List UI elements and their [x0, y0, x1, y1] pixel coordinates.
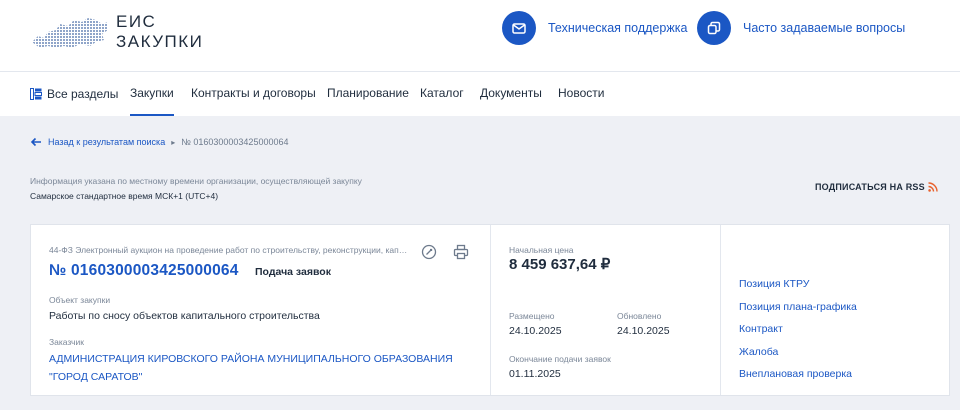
print-icon[interactable] [452, 243, 470, 261]
arrow-left-icon [30, 137, 41, 147]
breadcrumb: Назад к результатам поиска ▸ № 016030000… [30, 137, 288, 147]
nav-catalog[interactable]: Каталог [420, 72, 464, 116]
price-value: 8 459 637,64 ₽ [509, 256, 611, 273]
timezone-value: Самарское стандартное время МСК+1 (UTC+4… [30, 191, 219, 201]
posted-value: 24.10.2025 [509, 325, 562, 337]
contract-link[interactable]: Контракт [739, 323, 783, 335]
site-header: ЕИС ЗАКУПКИ Техническая поддержка Часто … [0, 0, 960, 72]
stage-badge: Подача заявок [255, 266, 331, 278]
updated-label: Обновлено [617, 311, 662, 321]
breadcrumb-current: № 0160300003425000064 [181, 137, 289, 147]
customer-link[interactable]: АДМИНИСТРАЦИЯ КИРОВСКОГО РАЙОНА МУНИЦИПА… [49, 350, 469, 386]
faq-link[interactable]: Часто задаваемые вопросы [697, 11, 905, 45]
nav-all-sections-label: Все разделы [47, 87, 119, 101]
deadline-label: Окончание подачи заявок [509, 354, 611, 364]
russia-map-icon [32, 18, 108, 48]
support-link[interactable]: Техническая поддержка [502, 11, 687, 45]
eis-logo[interactable]: ЕИС ЗАКУПКИ [30, 12, 203, 52]
mail-icon [502, 11, 536, 45]
nav-planning[interactable]: Планирование [327, 72, 409, 116]
nav-contracts[interactable]: Контракты и договоры [191, 72, 316, 116]
nav-news[interactable]: Новости [558, 72, 604, 116]
purchase-card: 44-ФЗ Электронный аукцион на проведение … [30, 224, 950, 396]
breadcrumb-separator: ▸ [171, 137, 176, 147]
posted-label: Размещено [509, 311, 555, 321]
copy-icon [697, 11, 731, 45]
price-label: Начальная цена [509, 245, 574, 255]
column-divider [490, 225, 491, 395]
nav-documents[interactable]: Документы [480, 72, 542, 116]
nav-purchases[interactable]: Закупки [130, 72, 174, 116]
object-label: Объект закупки [49, 295, 111, 305]
unscheduled-check-link[interactable]: Внеплановая проверка [739, 368, 852, 380]
sections-icon [30, 88, 42, 100]
main-nav: Все разделы Закупки Контракты и договоры… [0, 72, 960, 116]
customer-label: Заказчик [49, 337, 84, 347]
support-link-label: Техническая поддержка [548, 21, 688, 35]
signature-icon[interactable] [420, 243, 438, 261]
faq-link-label: Часто задаваемые вопросы [743, 21, 906, 35]
logo-text: ЕИС ЗАКУПКИ [116, 12, 203, 52]
rss-icon [928, 182, 938, 192]
law-type: 44-ФЗ Электронный аукцион на проведение … [49, 245, 411, 255]
rss-label: ПОДПИСАТЬСЯ НА RSS [815, 182, 925, 192]
deadline-value: 01.11.2025 [509, 368, 561, 380]
logo-line-2: ЗАКУПКИ [116, 32, 204, 51]
rss-subscribe-link[interactable]: ПОДПИСАТЬСЯ НА RSS [815, 182, 938, 192]
complaint-link[interactable]: Жалоба [739, 346, 778, 358]
nav-all-sections[interactable]: Все разделы [30, 72, 118, 116]
timezone-note: Информация указана по местному времени о… [30, 176, 362, 186]
back-link-label: Назад к результатам поиска [48, 137, 166, 147]
back-to-results-link[interactable]: Назад к результатам поиска [30, 137, 165, 147]
object-value: Работы по сносу объектов капитального ст… [49, 310, 320, 322]
registry-number-link[interactable]: № 0160300003425000064 [49, 262, 239, 280]
logo-line-1: ЕИС [116, 12, 157, 31]
ktru-position-link[interactable]: Позиция КТРУ [739, 278, 809, 290]
schedule-position-link[interactable]: Позиция плана-графика [739, 301, 857, 313]
column-divider [720, 225, 721, 395]
updated-value: 24.10.2025 [617, 325, 670, 337]
